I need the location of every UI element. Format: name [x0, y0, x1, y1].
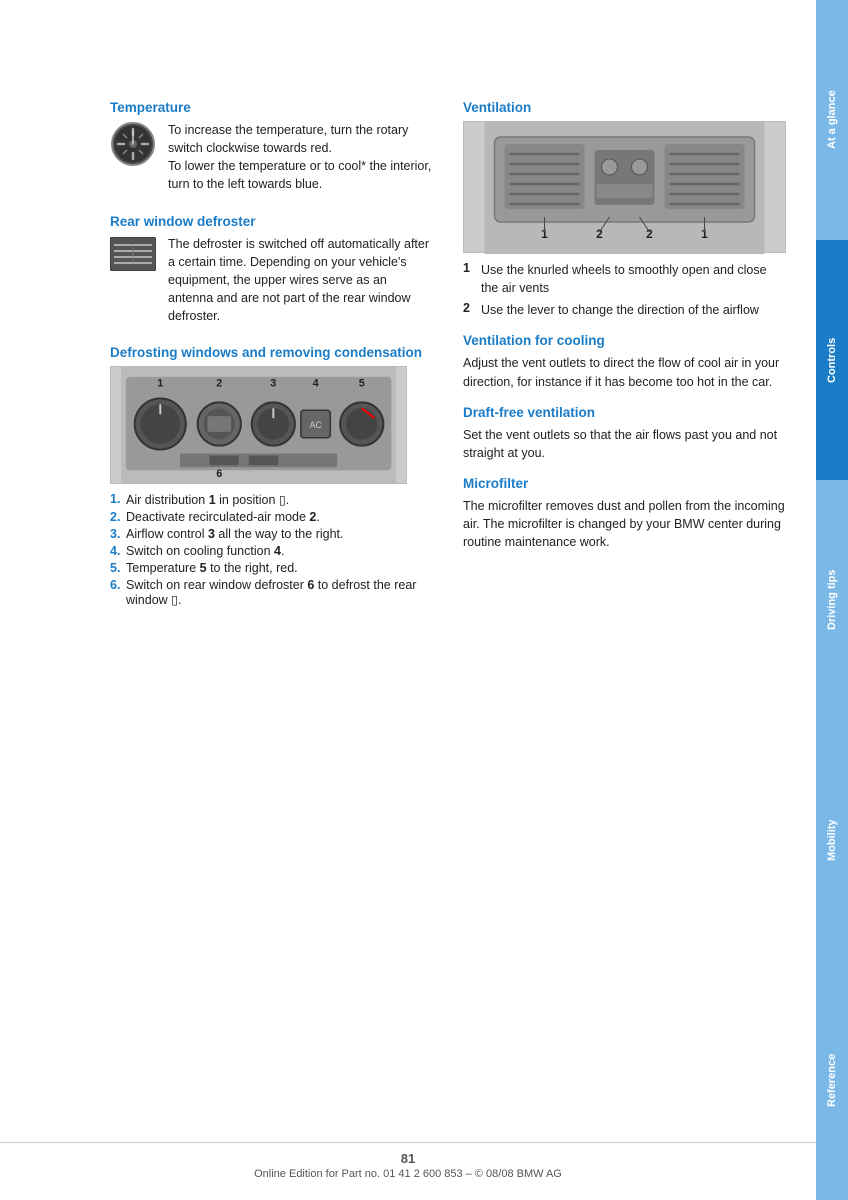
main-content: Temperature — [0, 0, 816, 1200]
svg-text:2: 2 — [596, 227, 603, 241]
ventilation-items: 1 Use the knurled wheels to smoothly ope… — [463, 261, 786, 319]
ventilation-cooling-heading: Ventilation for cooling — [463, 333, 786, 348]
microfilter-text: The microfilter removes dust and pollen … — [463, 497, 786, 551]
svg-text:2: 2 — [216, 378, 222, 390]
sidebar-tab-reference[interactable]: Reference — [816, 960, 848, 1200]
list-item: 3. Airflow control 3 all the way to the … — [110, 527, 433, 541]
ventilation-cooling-text: Adjust the vent outlets to direct the fl… — [463, 354, 786, 390]
sidebar: At a glance Controls Driving tips Mobili… — [816, 0, 848, 1200]
rear-defroster-text: The defroster is switched off automatica… — [168, 235, 433, 326]
svg-text:AC: AC — [309, 420, 322, 430]
ventilation-heading: Ventilation — [463, 100, 786, 115]
copyright-text: Online Edition for Part no. 01 41 2 600 … — [254, 1168, 562, 1180]
rear-defroster-icon — [110, 237, 160, 271]
list-item: 6. Switch on rear window defroster 6 to … — [110, 578, 433, 607]
rear-defroster-block: The defroster is switched off automatica… — [110, 235, 433, 332]
temperature-text: To increase the temperature, turn the ro… — [168, 121, 433, 194]
ventilation-image: 1 2 2 1 — [463, 121, 786, 253]
defrosting-steps: 1. Air distribution 1 in position ▯. 2. … — [110, 492, 433, 607]
footer: 81 Online Edition for Part no. 01 41 2 6… — [0, 1142, 816, 1180]
list-item: 2. Deactivate recirculated-air mode 2. — [110, 510, 433, 524]
control-panel-image: AC 1 2 3 4 5 6 — [110, 366, 407, 484]
microfilter-heading: Microfilter — [463, 476, 786, 491]
sidebar-tab-mobility[interactable]: Mobility — [816, 720, 848, 960]
list-item: 4. Switch on cooling function 4. — [110, 544, 433, 558]
left-column: Temperature — [110, 100, 433, 610]
list-item: 5. Temperature 5 to the right, red. — [110, 561, 433, 575]
draft-free-heading: Draft-free ventilation — [463, 405, 786, 420]
sidebar-tab-driving-tips[interactable]: Driving tips — [816, 480, 848, 720]
defrosting-heading: Defrosting windows and removing condensa… — [110, 345, 433, 360]
temperature-block: To increase the temperature, turn the ro… — [110, 121, 433, 200]
temperature-icon — [110, 121, 160, 167]
list-item: 1. Air distribution 1 in position ▯. — [110, 492, 433, 507]
svg-text:5: 5 — [359, 378, 365, 390]
page-number: 81 — [0, 1151, 816, 1166]
vent-item-1: 1 Use the knurled wheels to smoothly ope… — [463, 261, 786, 297]
right-column: Ventilation — [463, 100, 786, 610]
sidebar-tab-at-a-glance[interactable]: At a glance — [816, 0, 848, 240]
svg-text:6: 6 — [216, 468, 222, 480]
temperature-heading: Temperature — [110, 100, 433, 115]
draft-free-text: Set the vent outlets so that the air flo… — [463, 426, 786, 462]
svg-text:3: 3 — [270, 378, 276, 390]
rear-defroster-heading: Rear window defroster — [110, 214, 433, 229]
svg-text:1: 1 — [157, 378, 163, 390]
svg-text:4: 4 — [313, 378, 319, 390]
sidebar-tab-controls[interactable]: Controls — [816, 240, 848, 480]
vent-item-2: 2 Use the lever to change the direction … — [463, 301, 786, 319]
